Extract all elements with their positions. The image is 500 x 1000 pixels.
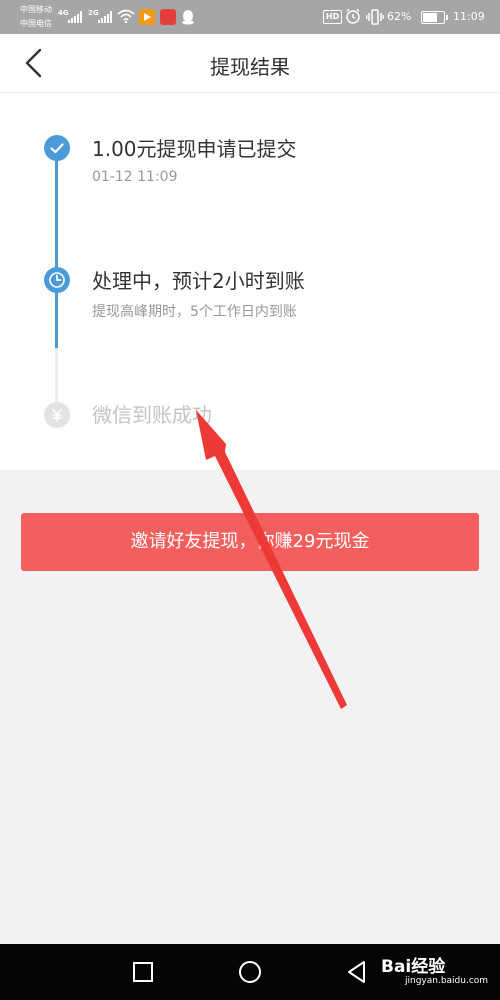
home-icon xyxy=(239,961,261,983)
annotation-arrow-icon xyxy=(196,410,347,709)
watermark-url: jingyan.baidu.com xyxy=(405,976,489,986)
system-back-button[interactable] xyxy=(343,958,371,986)
home-button[interactable] xyxy=(236,958,264,986)
recent-apps-icon xyxy=(133,962,153,982)
back-icon xyxy=(348,961,365,983)
recent-apps-button[interactable] xyxy=(129,958,157,986)
system-nav-bar: Bai经验 jingyan.baidu.com xyxy=(0,944,500,1000)
watermark-logo: Bai经验 xyxy=(381,957,446,977)
